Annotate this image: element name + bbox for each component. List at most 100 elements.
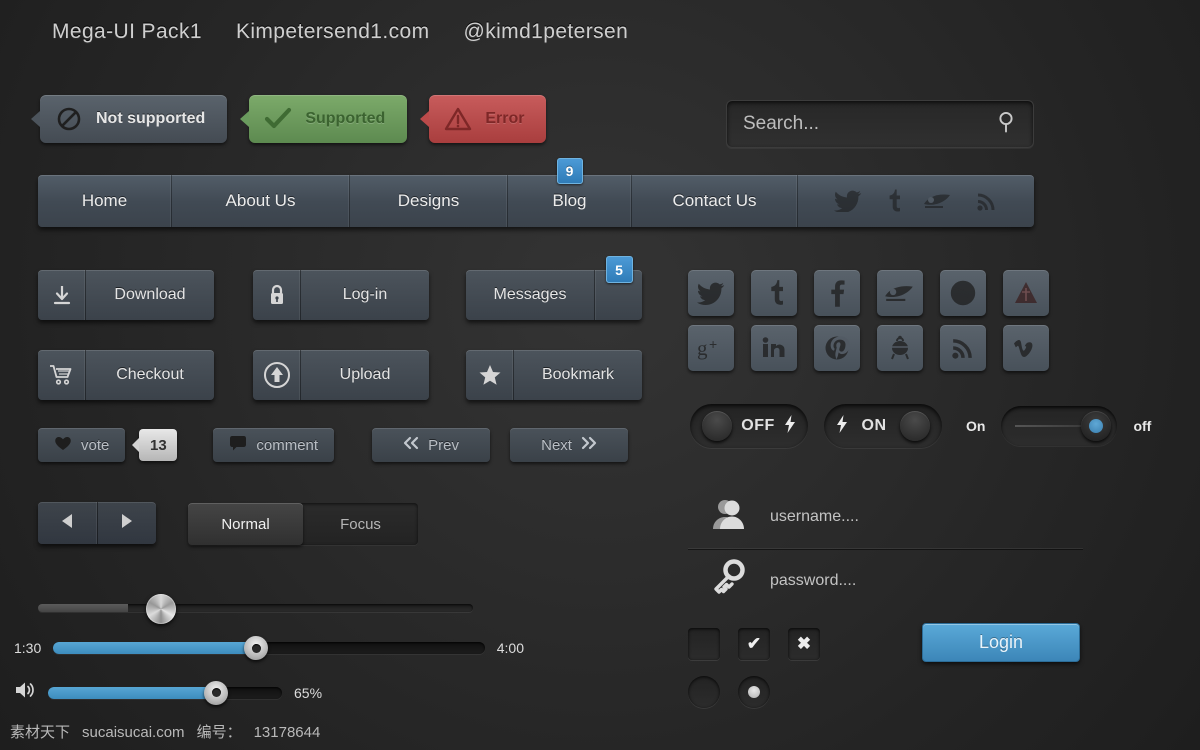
comment-button[interactable]: comment [213, 428, 335, 462]
digg-icon[interactable] [877, 325, 923, 371]
username-input[interactable] [770, 508, 1083, 526]
twitter-handle: @kimd1petersen [463, 20, 629, 43]
tab-focus[interactable]: Focus [303, 503, 418, 545]
messages-button[interactable]: Messages 5 [466, 256, 642, 320]
volume-slider: 65% [14, 680, 354, 705]
toggle-slider[interactable] [1001, 406, 1118, 446]
user-icon [710, 497, 750, 538]
radio-selected[interactable] [738, 676, 770, 708]
upload-button[interactable]: Upload [253, 350, 429, 400]
toggle-off[interactable]: OFF [690, 404, 808, 448]
footer-site-url: sucaisucai.com [82, 724, 185, 741]
nav-badge-blog: 9 [556, 158, 583, 184]
volume-slider-track[interactable] [48, 680, 282, 705]
arrow-prev-button[interactable] [38, 502, 98, 544]
linkedin-icon[interactable] [751, 325, 797, 371]
password-input[interactable] [770, 571, 1083, 590]
toggle-on[interactable]: ON [824, 404, 942, 448]
upload-label: Upload [339, 366, 391, 383]
social-icon-grid: g + [688, 270, 1057, 371]
vote-label: vote [81, 436, 110, 454]
nav-item-contact-us[interactable]: Contact Us [632, 175, 798, 227]
facebook-icon[interactable] [814, 270, 860, 316]
arrow-next-button[interactable] [98, 502, 157, 544]
nav-social-group [798, 175, 1034, 227]
nav-item-home[interactable]: Home [38, 175, 172, 227]
nav-item-about-us[interactable]: About Us [172, 175, 350, 227]
bookmark-button[interactable]: Bookmark [466, 350, 642, 400]
lightning-icon [784, 415, 796, 437]
nav-label: Contact Us [672, 191, 757, 210]
volume-slider-handle[interactable] [204, 680, 229, 705]
pinterest-icon[interactable] [814, 325, 860, 371]
messages-badge: 5 [605, 256, 633, 283]
password-row[interactable] [688, 549, 1083, 612]
knob-slider[interactable] [38, 594, 473, 624]
tab-normal[interactable]: Normal [188, 503, 303, 545]
download-button[interactable]: Download [38, 270, 214, 320]
dribbble-icon[interactable] [940, 270, 986, 316]
checkout-label: Checkout [116, 366, 184, 383]
rss-icon[interactable] [940, 325, 986, 371]
upload-icon [253, 350, 301, 400]
prev-button[interactable]: Prev [372, 428, 491, 462]
twitter-icon[interactable] [834, 190, 862, 212]
nav-item-designs[interactable]: Designs [350, 175, 508, 227]
checkout-button[interactable]: Checkout [38, 350, 214, 400]
status-badge-row: Not supported Supported Error [30, 95, 547, 143]
status-label: Supported [305, 110, 386, 127]
checkbox-row: ✔ ✖ [688, 628, 820, 660]
toggle-slider-off-label: off [1133, 418, 1152, 434]
time-slider-handle[interactable] [244, 636, 269, 660]
nav-item-blog[interactable]: 9 Blog [508, 158, 632, 227]
messages-badge-segment[interactable]: 5 [594, 256, 642, 320]
delicious-icon[interactable] [1003, 270, 1049, 316]
radio-row [688, 676, 770, 708]
next-button[interactable]: Next [510, 428, 629, 462]
comment-label: comment [256, 436, 319, 454]
checkbox-checked[interactable]: ✔ [738, 628, 770, 660]
svg-text:+: + [709, 336, 717, 352]
footer-watermark: 素材天下 sucaisucai.com 编号： 13178644 [10, 721, 320, 742]
rss-icon[interactable] [976, 190, 998, 212]
main-navigation: Home About Us Designs 9 Blog Contact Us [38, 158, 1034, 227]
search-icon[interactable] [995, 110, 1017, 139]
lock-icon [253, 270, 301, 320]
vote-button[interactable]: vote [38, 428, 126, 462]
time-slider-track[interactable] [53, 636, 485, 660]
time-slider-fill [53, 642, 257, 654]
volume-value: 65% [294, 684, 323, 701]
login-button-kit[interactable]: Log-in [253, 270, 429, 320]
tumblr-icon[interactable] [751, 270, 797, 316]
footer-id-label: 编号： [196, 724, 242, 741]
warning-icon [443, 104, 473, 134]
double-chevron-left-icon [403, 436, 419, 454]
username-row[interactable] [688, 486, 1083, 549]
time-current: 1:30 [14, 640, 42, 656]
footer-id-value: 13178644 [253, 724, 321, 741]
checkbox-crossed[interactable]: ✖ [788, 628, 820, 660]
login-submit-button[interactable]: Login [922, 623, 1080, 662]
status-badge-error[interactable]: Error [420, 95, 547, 143]
toggle-on-knob[interactable] [900, 411, 930, 441]
search-box[interactable] [726, 100, 1034, 148]
footer-site-cn: 素材天下 [10, 724, 71, 741]
login-label: Log-in [342, 286, 388, 303]
pill-button-row: vote 13 comment Prev Next [38, 428, 629, 462]
checkbox-empty[interactable] [688, 628, 720, 660]
flickr-icon[interactable] [922, 190, 954, 212]
flickr-icon[interactable] [877, 270, 923, 316]
googleplus-icon[interactable]: g + [688, 325, 734, 371]
twitter-icon[interactable] [688, 270, 734, 316]
tumblr-icon[interactable] [884, 189, 900, 213]
vimeo-icon[interactable] [1003, 325, 1049, 371]
toggle-slider-track [1015, 425, 1088, 427]
knob-slider-handle[interactable] [146, 594, 176, 624]
status-badge-not-supported[interactable]: Not supported [30, 95, 228, 143]
search-input[interactable] [743, 113, 995, 135]
toggle-slider-knob[interactable] [1081, 411, 1112, 441]
status-badge-supported[interactable]: Supported [240, 95, 408, 143]
toggle-off-knob[interactable] [702, 411, 732, 441]
radio-empty[interactable] [688, 676, 720, 708]
volume-icon[interactable] [14, 680, 36, 705]
